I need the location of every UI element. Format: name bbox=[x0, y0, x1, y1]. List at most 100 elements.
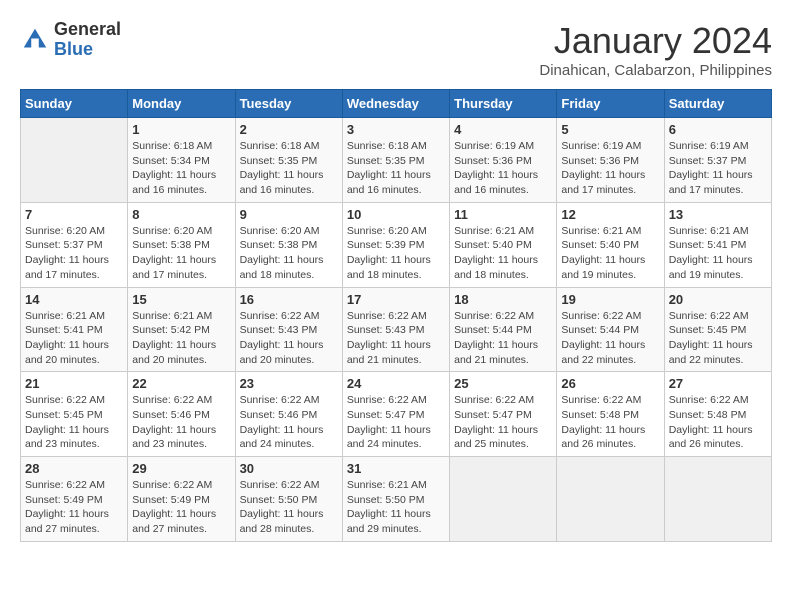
calendar-cell: 11Sunrise: 6:21 AMSunset: 5:40 PMDayligh… bbox=[450, 202, 557, 287]
calendar-cell: 21 Sunrise: 6:22 AMSunset: 5:45 PMDayligh… bbox=[21, 372, 128, 457]
day-number: 14 bbox=[25, 292, 123, 307]
weekday-header: Wednesday bbox=[342, 90, 449, 118]
day-info: Sunrise: 6:22 AMSunset: 5:45 PMDaylight:… bbox=[25, 393, 123, 452]
day-info: Sunrise: 6:19 AMSunset: 5:36 PMDaylight:… bbox=[454, 139, 552, 198]
day-number: 3 bbox=[347, 122, 445, 137]
day-info: Sunrise: 6:22 AMSunset: 5:43 PMDaylight:… bbox=[240, 309, 338, 368]
page-header: General Blue January 2024 Dinahican, Cal… bbox=[20, 20, 772, 79]
day-number: 16 bbox=[240, 292, 338, 307]
day-info: Sunrise: 6:22 AMSunset: 5:46 PMDaylight:… bbox=[132, 393, 230, 452]
weekday-header: Tuesday bbox=[235, 90, 342, 118]
day-number: 29 bbox=[132, 461, 230, 476]
calendar-cell: 30 Sunrise: 6:22 AMSunset: 5:50 PMDayligh… bbox=[235, 457, 342, 542]
day-number: 1 bbox=[132, 122, 230, 137]
calendar-cell bbox=[450, 457, 557, 542]
day-number: 6 bbox=[669, 122, 767, 137]
day-number: 22 bbox=[132, 376, 230, 391]
weekday-header: Friday bbox=[557, 90, 664, 118]
calendar-cell: 2 Sunrise: 6:18 AMSunset: 5:35 PMDaylight… bbox=[235, 118, 342, 203]
day-number: 2 bbox=[240, 122, 338, 137]
day-info: Sunrise: 6:22 AMSunset: 5:49 PMDaylight:… bbox=[25, 478, 123, 537]
day-info: Sunrise: 6:21 AMSunset: 5:40 PMDaylight:… bbox=[561, 224, 659, 283]
day-number: 31 bbox=[347, 461, 445, 476]
logo: General Blue bbox=[20, 20, 121, 60]
calendar-cell: 8 Sunrise: 6:20 AMSunset: 5:38 PMDaylight… bbox=[128, 202, 235, 287]
weekday-header: Sunday bbox=[21, 90, 128, 118]
day-info: Sunrise: 6:20 AMSunset: 5:38 PMDaylight:… bbox=[132, 224, 230, 283]
calendar-week-row: 7 Sunrise: 6:20 AMSunset: 5:37 PMDaylight… bbox=[21, 202, 772, 287]
day-number: 11 bbox=[454, 207, 552, 222]
day-info: Sunrise: 6:18 AMSunset: 5:34 PMDaylight:… bbox=[132, 139, 230, 198]
day-info: Sunrise: 6:22 AMSunset: 5:45 PMDaylight:… bbox=[669, 309, 767, 368]
day-info: Sunrise: 6:21 AMSunset: 5:41 PMDaylight:… bbox=[25, 309, 123, 368]
calendar-table: SundayMondayTuesdayWednesdayThursdayFrid… bbox=[20, 89, 772, 542]
calendar-cell: 22 Sunrise: 6:22 AMSunset: 5:46 PMDayligh… bbox=[128, 372, 235, 457]
calendar-cell: 10 Sunrise: 6:20 AMSunset: 5:39 PMDayligh… bbox=[342, 202, 449, 287]
calendar-cell: 24 Sunrise: 6:22 AMSunset: 5:47 PMDayligh… bbox=[342, 372, 449, 457]
calendar-cell: 7 Sunrise: 6:20 AMSunset: 5:37 PMDaylight… bbox=[21, 202, 128, 287]
day-info: Sunrise: 6:22 AMSunset: 5:50 PMDaylight:… bbox=[240, 478, 338, 537]
calendar-cell: 23 Sunrise: 6:22 AMSunset: 5:46 PMDayligh… bbox=[235, 372, 342, 457]
day-info: Sunrise: 6:19 AMSunset: 5:36 PMDaylight:… bbox=[561, 139, 659, 198]
day-number: 17 bbox=[347, 292, 445, 307]
day-info: Sunrise: 6:20 AMSunset: 5:38 PMDaylight:… bbox=[240, 224, 338, 283]
calendar-cell: 31Sunrise: 6:21 AMSunset: 5:50 PMDayligh… bbox=[342, 457, 449, 542]
calendar-cell: 14 Sunrise: 6:21 AMSunset: 5:41 PMDayligh… bbox=[21, 287, 128, 372]
day-number: 18 bbox=[454, 292, 552, 307]
day-number: 21 bbox=[25, 376, 123, 391]
day-number: 26 bbox=[561, 376, 659, 391]
weekday-header: Saturday bbox=[664, 90, 771, 118]
location-title: Dinahican, Calabarzon, Philippines bbox=[539, 62, 772, 79]
day-number: 19 bbox=[561, 292, 659, 307]
calendar-cell bbox=[557, 457, 664, 542]
day-info: Sunrise: 6:22 AMSunset: 5:47 PMDaylight:… bbox=[347, 393, 445, 452]
day-number: 8 bbox=[132, 207, 230, 222]
day-number: 23 bbox=[240, 376, 338, 391]
calendar-cell: 25Sunrise: 6:22 AMSunset: 5:47 PMDayligh… bbox=[450, 372, 557, 457]
day-info: Sunrise: 6:22 AMSunset: 5:48 PMDaylight:… bbox=[561, 393, 659, 452]
calendar-cell: 26 Sunrise: 6:22 AMSunset: 5:48 PMDayligh… bbox=[557, 372, 664, 457]
day-info: Sunrise: 6:21 AMSunset: 5:42 PMDaylight:… bbox=[132, 309, 230, 368]
calendar-cell: 16 Sunrise: 6:22 AMSunset: 5:43 PMDayligh… bbox=[235, 287, 342, 372]
day-number: 7 bbox=[25, 207, 123, 222]
calendar-cell bbox=[664, 457, 771, 542]
day-info: Sunrise: 6:21 AMSunset: 5:41 PMDaylight:… bbox=[669, 224, 767, 283]
calendar-cell: 17Sunrise: 6:22 AMSunset: 5:43 PMDayligh… bbox=[342, 287, 449, 372]
day-number: 10 bbox=[347, 207, 445, 222]
weekday-header-row: SundayMondayTuesdayWednesdayThursdayFrid… bbox=[21, 90, 772, 118]
day-info: Sunrise: 6:22 AMSunset: 5:47 PMDaylight:… bbox=[454, 393, 552, 452]
logo-icon bbox=[20, 25, 50, 55]
day-number: 28 bbox=[25, 461, 123, 476]
calendar-cell: 18 Sunrise: 6:22 AMSunset: 5:44 PMDayligh… bbox=[450, 287, 557, 372]
day-number: 27 bbox=[669, 376, 767, 391]
day-info: Sunrise: 6:20 AMSunset: 5:37 PMDaylight:… bbox=[25, 224, 123, 283]
day-number: 4 bbox=[454, 122, 552, 137]
day-info: Sunrise: 6:20 AMSunset: 5:39 PMDaylight:… bbox=[347, 224, 445, 283]
day-info: Sunrise: 6:19 AMSunset: 5:37 PMDaylight:… bbox=[669, 139, 767, 198]
day-info: Sunrise: 6:22 AMSunset: 5:46 PMDaylight:… bbox=[240, 393, 338, 452]
day-number: 20 bbox=[669, 292, 767, 307]
day-number: 24 bbox=[347, 376, 445, 391]
day-number: 5 bbox=[561, 122, 659, 137]
day-info: Sunrise: 6:22 AMSunset: 5:44 PMDaylight:… bbox=[561, 309, 659, 368]
calendar-cell: 1 Sunrise: 6:18 AMSunset: 5:34 PMDaylight… bbox=[128, 118, 235, 203]
calendar-cell: 3Sunrise: 6:18 AMSunset: 5:35 PMDaylight… bbox=[342, 118, 449, 203]
day-number: 30 bbox=[240, 461, 338, 476]
day-info: Sunrise: 6:22 AMSunset: 5:44 PMDaylight:… bbox=[454, 309, 552, 368]
calendar-cell: 4 Sunrise: 6:19 AMSunset: 5:36 PMDaylight… bbox=[450, 118, 557, 203]
month-title: January 2024 bbox=[539, 20, 772, 62]
day-number: 12 bbox=[561, 207, 659, 222]
weekday-header: Monday bbox=[128, 90, 235, 118]
day-info: Sunrise: 6:18 AMSunset: 5:35 PMDaylight:… bbox=[240, 139, 338, 198]
calendar-cell: 20 Sunrise: 6:22 AMSunset: 5:45 PMDayligh… bbox=[664, 287, 771, 372]
logo-blue-text: Blue bbox=[54, 40, 121, 60]
logo-text: General Blue bbox=[54, 20, 121, 60]
calendar-week-row: 28 Sunrise: 6:22 AMSunset: 5:49 PMDayligh… bbox=[21, 457, 772, 542]
day-number: 13 bbox=[669, 207, 767, 222]
calendar-cell bbox=[21, 118, 128, 203]
calendar-cell: 27Sunrise: 6:22 AMSunset: 5:48 PMDayligh… bbox=[664, 372, 771, 457]
logo-general-text: General bbox=[54, 20, 121, 40]
day-number: 15 bbox=[132, 292, 230, 307]
weekday-header: Thursday bbox=[450, 90, 557, 118]
day-number: 9 bbox=[240, 207, 338, 222]
